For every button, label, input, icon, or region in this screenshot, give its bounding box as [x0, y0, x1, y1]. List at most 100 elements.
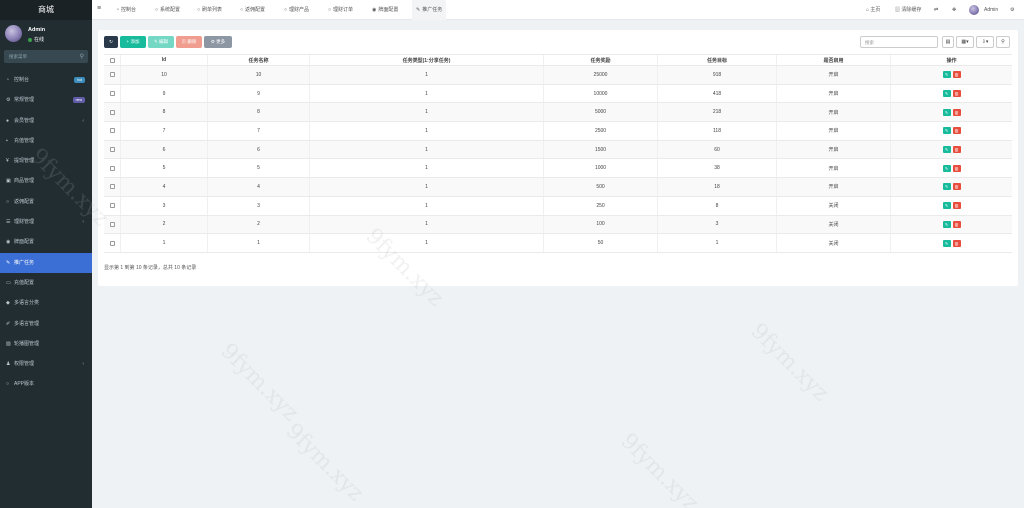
toggle-view-button[interactable]: ▤ [942, 36, 954, 48]
admin-menu[interactable]: Admin [984, 0, 998, 20]
cell-id: 4 [121, 178, 208, 196]
cell-task-target: 38 [658, 159, 777, 178]
sidebar-item-finance[interactable]: ☰ 理财管理 ‹ [0, 212, 92, 232]
brand-logo[interactable]: 商城 [0, 0, 92, 20]
row-edit-icon[interactable]: ✎ [942, 220, 951, 228]
more-button[interactable]: ⚙ 更多 [204, 36, 232, 48]
row-delete-icon[interactable]: ▥ [952, 108, 961, 116]
row-edit-icon[interactable]: ✎ [942, 202, 951, 210]
header-task-reward[interactable]: 任务奖励 [544, 55, 658, 65]
search-toggle-button[interactable]: ⚲ [996, 36, 1010, 48]
sidebar-item-board-config[interactable]: ◉ 牌面配置 [0, 232, 92, 252]
header-task-name[interactable]: 任务名称 [208, 55, 310, 65]
tab-board-config[interactable]: ◉ 牌面配置 [372, 0, 398, 20]
row-edit-icon[interactable]: ✎ [942, 183, 951, 191]
tab-order-list[interactable]: ○ 刷单列表 [197, 0, 222, 20]
row-checkbox[interactable] [109, 72, 115, 78]
circle-icon: ○ [6, 198, 10, 205]
row-delete-icon[interactable]: ▥ [952, 90, 961, 98]
row-delete-icon[interactable]: ▥ [952, 202, 961, 210]
row-edit-icon[interactable]: ✎ [942, 71, 951, 79]
tab-finance-products[interactable]: ○ 理财产品 [284, 0, 309, 20]
circle-icon: ○ [197, 7, 201, 13]
row-checkbox[interactable] [109, 165, 115, 171]
row-checkbox[interactable] [109, 147, 115, 153]
row-delete-icon[interactable]: ▥ [952, 71, 961, 79]
cell-task-name: 9 [208, 84, 310, 103]
pencil-icon: ✎ [6, 259, 11, 266]
search-icon[interactable]: ⚲ [80, 53, 84, 60]
row-delete-icon[interactable]: ▥ [952, 146, 961, 154]
delete-button[interactable]: ▥ 删除 [176, 36, 202, 48]
refresh-button[interactable]: ↻ [104, 36, 118, 48]
menu-toggle-icon[interactable]: ≡ [97, 5, 101, 12]
tab-system-config[interactable]: ○ 系统配置 [155, 0, 180, 20]
sidebar-item-withdraw[interactable]: ¥ 提现管理 [0, 151, 92, 171]
table-search-input[interactable]: 搜索 [860, 36, 938, 48]
cell-task-reward: 1000 [544, 159, 658, 178]
sidebar-item-promotion-tasks[interactable]: ✎ 推广任务 [0, 252, 92, 273]
sidebar-item-members[interactable]: ● 会员管理 ‹ [0, 111, 92, 131]
sidebar-item-dashboard[interactable]: ◔ 控制台 hot [0, 70, 92, 90]
row-delete-icon[interactable]: ▥ [952, 164, 961, 172]
row-edit-icon[interactable]: ✎ [942, 127, 951, 135]
settings-gear-icon[interactable]: ⚙ [1010, 0, 1014, 20]
sidebar-item-carousel[interactable]: ▨ 轮播图管理 [0, 334, 92, 354]
row-edit-icon[interactable]: ✎ [942, 164, 951, 172]
row-checkbox[interactable] [109, 221, 115, 227]
header-task-target[interactable]: 任务目标 [658, 55, 777, 65]
cell-task-reward: 50 [544, 234, 658, 252]
row-checkbox[interactable] [109, 91, 115, 97]
home-link[interactable]: ⌂ 主页 [866, 0, 880, 20]
cell-task-type: 1 [310, 140, 544, 159]
row-checkbox[interactable] [109, 109, 115, 115]
row-edit-icon[interactable]: ✎ [942, 108, 951, 116]
sidebar-search-input[interactable]: 搜索菜单 ⚲ [4, 50, 88, 63]
clear-cache-button[interactable]: ▥ 清除缓存 [895, 0, 921, 20]
row-edit-icon[interactable]: ✎ [942, 239, 951, 247]
columns-dropdown-button[interactable]: ▦▾ [956, 36, 974, 48]
cart-icon: ▣ [6, 178, 11, 185]
tab-finance-orders[interactable]: ○ 理财订单 [328, 0, 353, 20]
cell-task-type: 1 [310, 84, 544, 103]
sidebar-item-commission[interactable]: ○ 返佣配置 [0, 192, 92, 212]
row-select-cell [104, 215, 121, 234]
row-delete-icon[interactable]: ▥ [952, 220, 961, 228]
cell-id: 10 [121, 66, 208, 84]
add-button[interactable]: + 添加 [120, 36, 146, 48]
row-checkbox[interactable] [109, 184, 115, 190]
row-checkbox[interactable] [109, 203, 115, 209]
select-all-checkbox[interactable] [109, 57, 115, 63]
sidebar-item-recharge[interactable]: ▪ 充值管理 [0, 131, 92, 151]
edit-button[interactable]: ✎ 编辑 [148, 36, 174, 48]
sidebar-item-language-manage[interactable]: ✐ 多语言管理 [0, 314, 92, 334]
sidebar-item-recharge-config[interactable]: ▭ 充值配置 [0, 273, 92, 293]
sidebar-item-label: 常规管理 [14, 97, 35, 104]
tab-commission[interactable]: ○ 返佣配置 [240, 0, 265, 20]
tab-dashboard[interactable]: ◔ 控制台 [116, 0, 136, 20]
fullscreen-icon[interactable]: ✥ [952, 0, 956, 20]
sidebar-item-language-category[interactable]: ◆ 多语言分类 [0, 293, 92, 313]
row-actions-cell: ✎ ▥ [891, 141, 1012, 159]
header-id[interactable]: Id [121, 55, 208, 65]
row-edit-icon[interactable]: ✎ [942, 90, 951, 98]
cell-task-target: 60 [658, 140, 777, 159]
sidebar-item-permissions[interactable]: ♟ 权限管理 ‹ [0, 354, 92, 374]
tab-promotion-tasks[interactable]: ✎ 推广任务 [412, 0, 447, 20]
export-dropdown-button[interactable]: ⇩▾ [976, 36, 994, 48]
search-placeholder: 搜索 [865, 40, 874, 45]
row-checkbox[interactable] [109, 240, 115, 246]
header-enabled[interactable]: 是否启用 [777, 55, 891, 65]
sidebar-item-general[interactable]: ⚙ 常规管理 new [0, 90, 92, 110]
row-delete-icon[interactable]: ▥ [952, 239, 961, 247]
header-task-type[interactable]: 任务类型(1:分享任务) [310, 55, 544, 65]
row-checkbox[interactable] [109, 128, 115, 134]
cell-enabled: 开启 [777, 84, 891, 103]
row-delete-icon[interactable]: ▥ [952, 183, 961, 191]
sidebar-item-products[interactable]: ▣ 商品管理 [0, 171, 92, 191]
sidebar-item-app-version[interactable]: ○ APP版本 [0, 374, 92, 394]
top-avatar[interactable] [969, 5, 979, 15]
row-delete-icon[interactable]: ▥ [952, 127, 961, 135]
row-edit-icon[interactable]: ✎ [942, 146, 951, 154]
language-icon[interactable]: ⇄ [934, 0, 938, 20]
